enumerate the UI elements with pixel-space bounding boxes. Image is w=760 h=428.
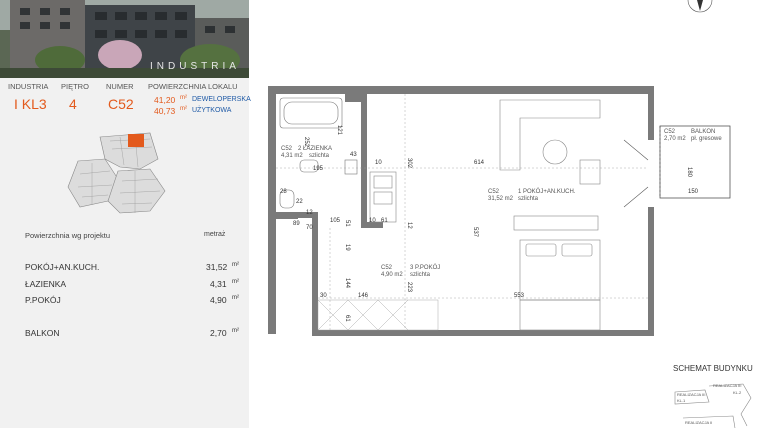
svg-text:302: 302	[406, 158, 412, 169]
svg-text:szlichta: szlichta	[309, 153, 330, 159]
kitchen-counter	[369, 171, 397, 223]
dimension-lines	[276, 94, 648, 330]
floor-plan: C52 2 ŁAZIENKA 4,31 m2 szlichta C52 1 PO…	[268, 0, 731, 336]
building-schema: REALIZACJA III KL.2 REALIZACJA III KL.1 …	[674, 383, 752, 428]
svg-text:30: 30	[320, 293, 327, 299]
svg-text:4,31 m2: 4,31 m2	[281, 153, 303, 159]
svg-text:105: 105	[330, 218, 341, 224]
schema-label: KL.2	[733, 390, 742, 395]
schema-label: KL.1	[677, 398, 686, 403]
svg-text:C52: C52	[281, 146, 293, 152]
living-furniture	[499, 99, 601, 185]
svg-text:22: 22	[296, 199, 303, 205]
svg-text:19: 19	[344, 244, 350, 251]
svg-text:150: 150	[688, 189, 699, 195]
svg-text:43: 43	[350, 152, 357, 158]
svg-text:3 P.POKÓJ: 3 P.POKÓJ	[410, 264, 440, 271]
svg-text:61: 61	[381, 218, 388, 224]
svg-text:1 POKÓJ+AN.KUCH.: 1 POKÓJ+AN.KUCH.	[518, 188, 576, 195]
room-label-bathroom: C52 2 ŁAZIENKA 4,31 m2 szlichta	[281, 146, 332, 159]
svg-text:2,70 m2: 2,70 m2	[664, 136, 686, 142]
svg-text:146: 146	[358, 293, 369, 299]
svg-text:10: 10	[369, 218, 376, 224]
svg-text:121: 121	[336, 125, 342, 136]
wardrobe	[317, 299, 439, 331]
svg-text:12: 12	[306, 210, 313, 216]
compass-icon	[687, 0, 713, 13]
svg-text:BALKON: BALKON	[691, 129, 715, 135]
svg-text:C52: C52	[664, 129, 676, 135]
svg-text:51: 51	[344, 220, 350, 227]
svg-text:C52: C52	[381, 265, 393, 271]
svg-text:10: 10	[375, 160, 382, 166]
room-label-small-room: C52 3 P.POKÓJ 4,90 m2 szlichta	[381, 264, 440, 278]
svg-text:223: 223	[406, 282, 412, 293]
dimension-labels: 121 252 43 195 10 302 614 180 150 28 22 …	[280, 125, 699, 322]
svg-text:180: 180	[686, 167, 692, 178]
svg-text:614: 614	[474, 160, 485, 166]
svg-text:szlichta: szlichta	[410, 272, 431, 278]
svg-text:144: 144	[344, 278, 350, 289]
bedroom-furniture	[513, 215, 601, 331]
room-label-living: C52 1 POKÓJ+AN.KUCH. 31,52 m2 szlichta	[488, 188, 576, 202]
svg-text:szlichta: szlichta	[518, 196, 539, 202]
svg-text:553: 553	[514, 293, 525, 299]
schema-label: REALIZACJA II	[685, 420, 712, 425]
svg-text:pł. gresowe: pł. gresowe	[691, 136, 722, 142]
svg-text:61: 61	[344, 315, 350, 322]
balcony-door	[623, 139, 649, 208]
svg-text:4,90 m2: 4,90 m2	[381, 272, 403, 278]
svg-text:537: 537	[472, 227, 478, 238]
schema-label: REALIZACJA III	[677, 392, 705, 397]
room-label-balcony: C52 BALKON 2,70 m2 pł. gresowe	[664, 129, 722, 142]
building-schema-title: SCHEMAT BUDYNKU	[673, 364, 753, 373]
svg-text:252: 252	[303, 137, 309, 148]
svg-text:12: 12	[406, 222, 412, 229]
svg-text:195: 195	[313, 166, 324, 172]
svg-text:C52: C52	[488, 189, 500, 195]
svg-text:89: 89	[293, 221, 300, 227]
schema-label: REALIZACJA III	[713, 383, 741, 388]
svg-text:28: 28	[280, 189, 287, 195]
svg-text:31,52 m2: 31,52 m2	[488, 196, 514, 202]
svg-text:70: 70	[306, 225, 313, 231]
